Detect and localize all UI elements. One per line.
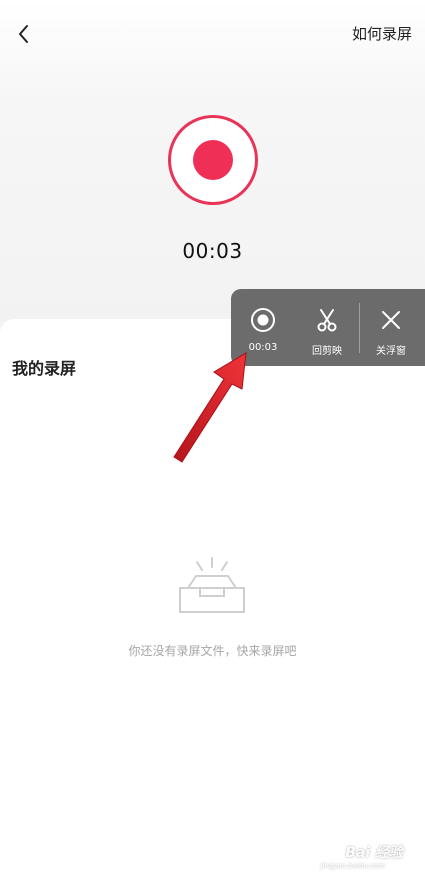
record-button[interactable] bbox=[168, 115, 258, 205]
how-to-record-link[interactable]: 如何录屏 bbox=[352, 23, 412, 44]
empty-box-icon bbox=[179, 557, 245, 613]
annotation-arrow-icon bbox=[173, 352, 247, 463]
back-button[interactable] bbox=[10, 20, 38, 48]
close-icon bbox=[382, 311, 400, 329]
baidu-jingyan-watermark: Bai 经验 bbox=[345, 845, 403, 861]
watermark-url: jingyan.baidu.com bbox=[320, 862, 385, 870]
close-floating-window-button[interactable]: 关浮窗 bbox=[359, 289, 423, 366]
record-dot-icon bbox=[193, 140, 233, 180]
empty-state-message: 你还没有录屏文件，快来录屏吧 bbox=[128, 644, 297, 658]
back-to-jianying-label: 回剪映 bbox=[312, 346, 342, 357]
chevron-left-icon bbox=[19, 25, 28, 43]
close-floating-window-label: 关浮窗 bbox=[376, 346, 406, 357]
record-icon bbox=[251, 308, 275, 332]
floating-control-panel: 00:03 回剪映 关浮窗 bbox=[231, 289, 425, 366]
back-to-jianying-button[interactable]: 回剪映 bbox=[295, 289, 359, 366]
scissors-icon bbox=[317, 309, 337, 332]
recording-timer: 00:03 bbox=[182, 239, 243, 263]
section-title: 我的录屏 bbox=[12, 359, 77, 378]
